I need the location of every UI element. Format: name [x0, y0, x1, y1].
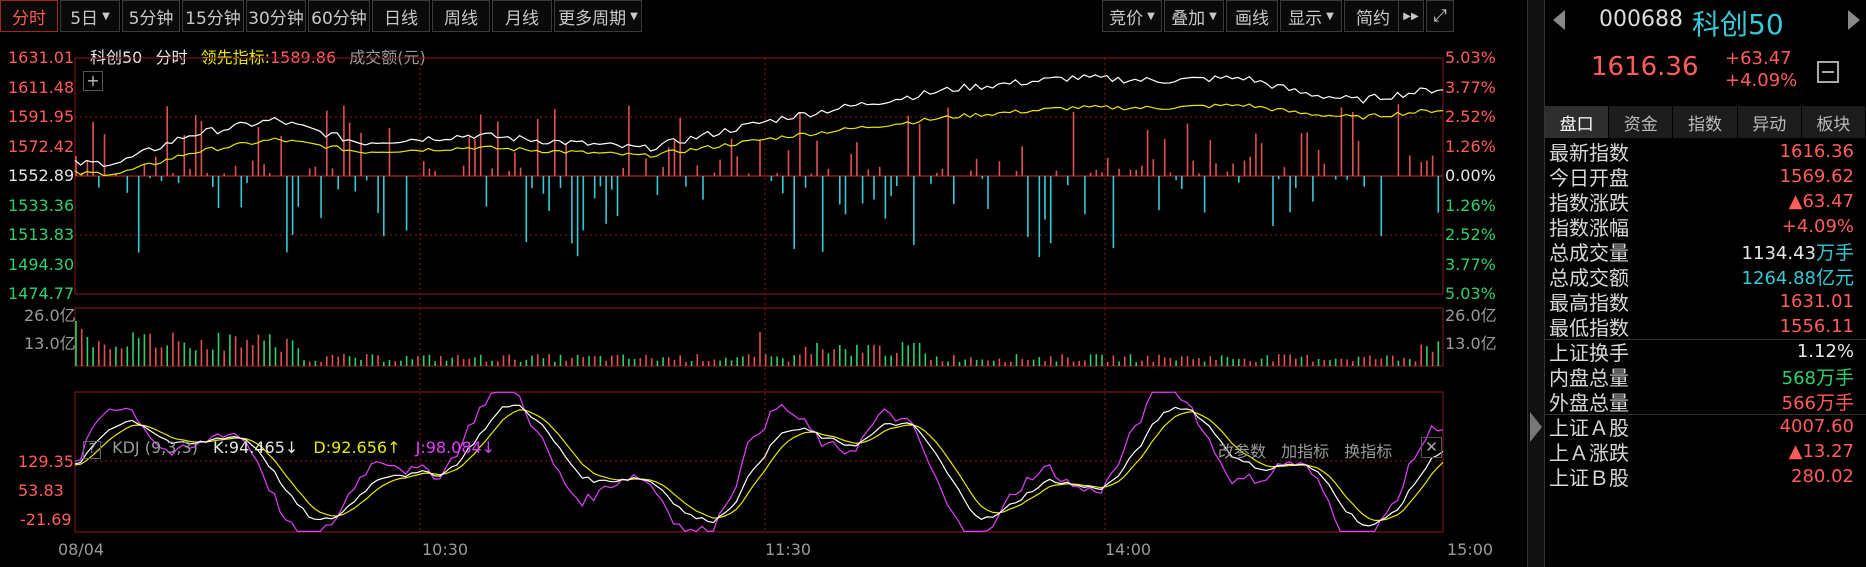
quote-row-unit: 亿元	[1815, 267, 1854, 289]
next-stock-icon[interactable]	[1848, 10, 1860, 30]
sidebar-tab-3[interactable]: 异动	[1737, 106, 1802, 138]
quote-row-value: 568	[1781, 368, 1816, 389]
kdj-axis-label: -21.69	[20, 510, 72, 529]
price-axis-label: 1552.89	[8, 166, 75, 185]
quote-row: 上证Ｂ股 280.02	[1549, 464, 1866, 490]
quote-row-value: 1.12%	[1796, 341, 1854, 362]
minimize-icon[interactable]	[1817, 61, 1839, 83]
volume-axis-label-right: 26.0亿	[1445, 306, 1497, 325]
trading-window: 分时 5日 ▼ 5分钟 15分钟 30分钟 60分钟 日线 周线 月线 更多周期 ▼ 竞价 ▼ 叠加 ▼ 画线显…	[0, 0, 1866, 567]
pct-axis-label: 5.03%	[1445, 284, 1496, 303]
close-indicator-icon[interactable]: ✕	[1421, 437, 1442, 458]
quote-row-value: 1616.36	[1779, 141, 1854, 162]
quote-row-value: 4007.60	[1779, 416, 1854, 437]
pct-axis-label: 3.77%	[1445, 77, 1496, 97]
price-axis-label: 1631.01	[8, 48, 75, 67]
quote-row: 指数涨幅 +4.09%	[1549, 214, 1866, 240]
change-params-button[interactable]: 改参数	[1218, 442, 1266, 461]
kdj-j-value: J:98.084↓	[415, 438, 496, 457]
quote-row-value: 1556.11	[1779, 316, 1854, 337]
pct-axis-label: 1.26%	[1445, 195, 1496, 215]
kdj-axis-label: 53.83	[18, 481, 64, 500]
quote-row: 最低指数 1556.11	[1549, 314, 1866, 340]
quote-row: 最高指数 1631.01	[1549, 289, 1866, 315]
sidebar-tabs: 盘口 资金 指数 异动 板块	[1545, 106, 1866, 138]
quote-row-value: 566	[1781, 393, 1816, 414]
price-axis-label: 1572.42	[8, 136, 75, 156]
sidebar-tab-2[interactable]: 指数	[1673, 106, 1738, 138]
quote-row-value: ▲13.27	[1788, 441, 1854, 462]
avg-price-line	[74, 103, 1444, 177]
sidebar-change: +63.47	[1725, 48, 1792, 69]
kdj-k-line	[74, 404, 1444, 527]
quote-row-value: 280.02	[1791, 466, 1854, 487]
sidebar-price: 1616.36	[1591, 52, 1699, 82]
index-code: 000688	[1599, 7, 1683, 32]
help-icon[interactable]: ?	[83, 441, 101, 459]
quote-row-unit: 万手	[1815, 242, 1854, 264]
quote-row: 外盘总量 566万手	[1549, 389, 1866, 415]
pct-axis-label: 3.77%	[1445, 254, 1496, 274]
volume-axis-label: 13.0亿	[24, 334, 76, 353]
quote-row: 内盘总量 568万手	[1549, 364, 1866, 390]
sidebar-tab-1[interactable]: 资金	[1609, 106, 1674, 138]
price-axis-label: 1494.30	[8, 254, 75, 274]
quote-row-value: 1569.62	[1779, 166, 1854, 187]
price-axis-label: 1513.83	[8, 225, 75, 244]
volume-panel-frame	[74, 307, 1444, 367]
quote-row-value: 1631.01	[1779, 291, 1854, 312]
quote-row: 上Ａ涨跌 ▲13.27	[1549, 439, 1866, 465]
time-axis-label: 15:00	[1447, 540, 1494, 559]
collapse-arrow-icon[interactable]	[1530, 412, 1542, 442]
time-axis-label: 14:00	[1105, 540, 1152, 559]
quote-row-value: 1134.43	[1741, 243, 1816, 264]
prev-stock-icon[interactable]	[1553, 10, 1565, 30]
quote-row: 总成交额 1264.88亿元	[1549, 264, 1866, 290]
quote-row-unit: 万手	[1815, 367, 1854, 389]
switch-indicator-button[interactable]: 换指标	[1344, 442, 1392, 461]
volume-axis-label: 26.0亿	[24, 306, 76, 325]
price-axis-label: 1611.48	[8, 77, 75, 97]
quote-row-value: ▲63.47	[1788, 191, 1854, 212]
quote-row: 总成交量 1134.43万手	[1549, 239, 1866, 265]
quote-row: 指数涨跌 ▲63.47	[1549, 189, 1866, 215]
quote-row-unit: 万手	[1815, 392, 1854, 414]
kdj-d-line	[74, 409, 1444, 521]
add-indicator-button[interactable]: 加指标	[1281, 442, 1329, 461]
kdj-title: KDJ (9,3,3)	[112, 438, 198, 457]
pct-axis-label: 5.03%	[1445, 48, 1496, 67]
volume-axis-label-right: 13.0亿	[1445, 334, 1497, 353]
price-axis-label: 1474.77	[8, 284, 75, 303]
sidebar-splitter[interactable]	[1527, 0, 1545, 567]
kdj-axis-label: 129.35	[18, 452, 74, 471]
price-axis-label: 1533.36	[8, 195, 75, 215]
quote-row-label: 上证Ｂ股	[1549, 466, 1629, 490]
price-line	[74, 74, 1444, 168]
time-axis-label: 10:30	[422, 540, 469, 559]
kdj-actions: 改参数 加指标 换指标	[1218, 438, 1392, 462]
sidebar-tab-0[interactable]: 盘口	[1545, 106, 1610, 138]
time-axis-label: 08/04	[58, 540, 105, 559]
quote-row: 最新指数 1616.36	[1549, 139, 1866, 165]
quote-row-value: 1264.88	[1741, 268, 1816, 289]
pct-axis-label: 1.26%	[1445, 136, 1496, 156]
quote-row: 上证Ａ股 4007.60	[1549, 414, 1866, 440]
pct-axis-label: 2.52%	[1445, 107, 1496, 126]
quote-row-value: +4.09%	[1781, 216, 1854, 237]
sidebar-tab-4[interactable]: 板块	[1801, 106, 1866, 138]
pct-axis-label: 0.00%	[1445, 166, 1496, 185]
index-name: 科创50	[1692, 8, 1784, 41]
quote-row: 今日开盘 1569.62	[1549, 164, 1866, 190]
sidebar-pct: +4.09%	[1725, 70, 1798, 91]
kdj-k-value: K:94.465↓	[213, 438, 299, 457]
quote-row: 上证换手 1.12%	[1549, 339, 1866, 365]
price-axis-label: 1591.95	[8, 107, 75, 126]
kdj-legend: ? KDJ (9,3,3) K:94.465↓ D:92.656↑ J:98.0…	[83, 438, 495, 459]
kdj-d-value: D:92.656↑	[313, 438, 401, 457]
time-axis-label: 11:30	[765, 540, 812, 559]
pct-axis-label: 2.52%	[1445, 225, 1496, 244]
